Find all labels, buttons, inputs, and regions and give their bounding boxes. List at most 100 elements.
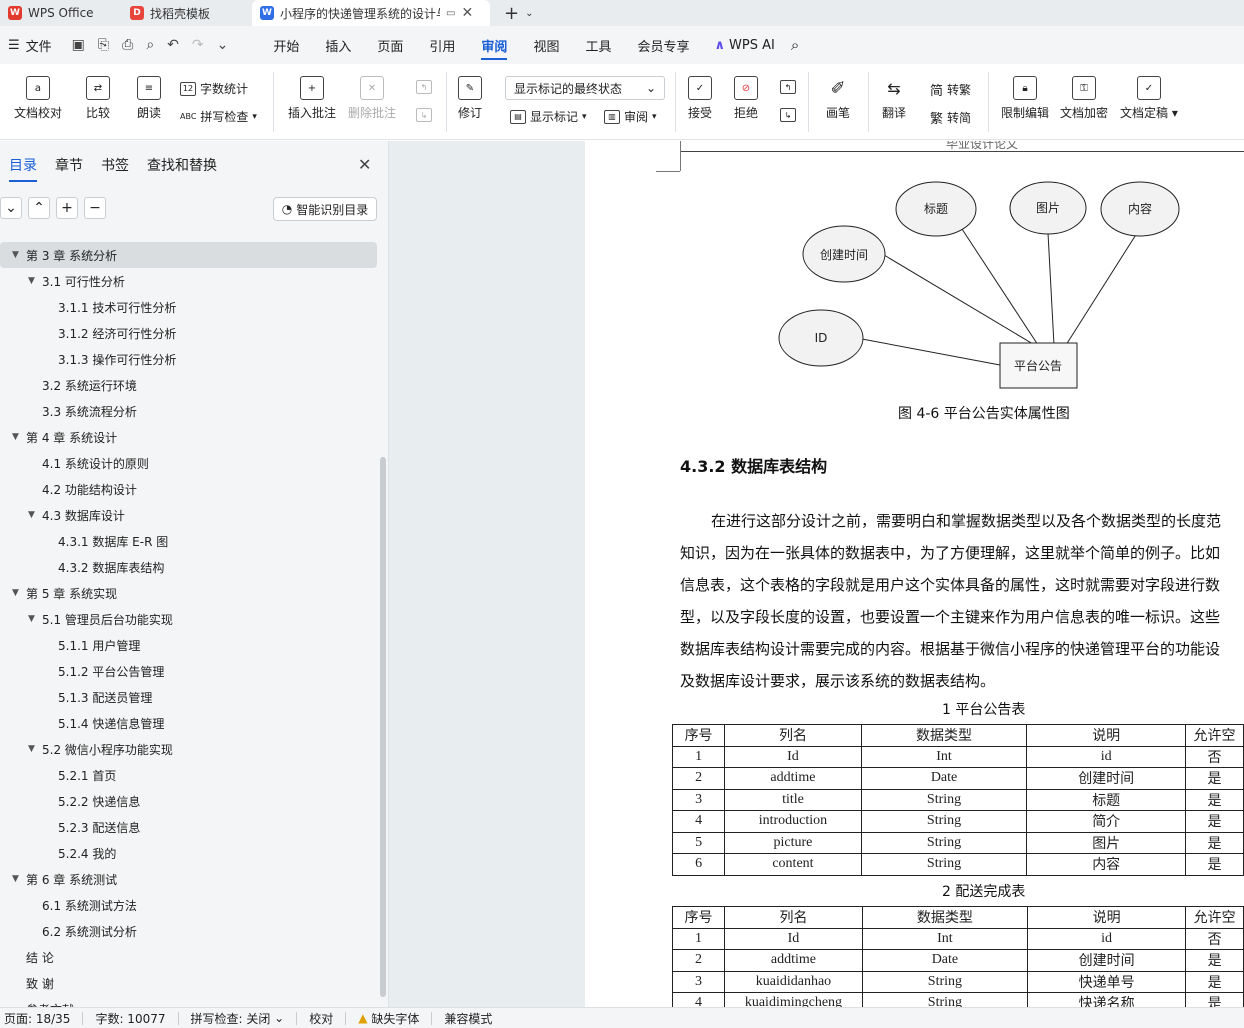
insert-comment-button[interactable]: + 插入批注	[288, 76, 336, 121]
toc-item[interactable]: 6.1 系统测试方法	[0, 892, 377, 918]
expand-triangle-icon[interactable]: ▼	[28, 614, 42, 624]
close-tab-icon[interactable]: ✕	[461, 5, 473, 21]
more-chevron-icon[interactable]: ⌄	[217, 37, 229, 53]
nav-scrollbar[interactable]	[380, 457, 386, 997]
toc-item[interactable]: ▼ 5.2 微信小程序功能实现	[0, 736, 377, 762]
toc-item[interactable]: 5.2.2 快递信息	[0, 788, 377, 814]
monitor-icon[interactable]: ▭	[446, 8, 455, 19]
spell-check-button[interactable]: ABC 拼写检查 ▾	[180, 108, 257, 125]
toc-item[interactable]: 5.1.4 快递信息管理	[0, 710, 377, 736]
tab-wps-office[interactable]: W WPS Office	[0, 0, 112, 26]
toc-item[interactable]: 3.1.2 经济可行性分析	[0, 320, 377, 346]
toc-item[interactable]: 6.2 系统测试分析	[0, 918, 377, 944]
expand-triangle-icon[interactable]: ▼	[12, 588, 26, 598]
pen-button[interactable]: ✐ 画笔	[826, 76, 850, 121]
remove-heading-button[interactable]: −	[84, 197, 106, 219]
doc-check-button[interactable]: a 文档校对	[14, 76, 62, 121]
track-changes-button[interactable]: ✎ 修订	[458, 76, 482, 121]
next-change-button[interactable]: ↳	[780, 108, 796, 122]
new-tab-button[interactable]: + ⌄	[496, 0, 541, 26]
collapse-up-button[interactable]: ⌃	[28, 197, 50, 219]
undo-icon[interactable]: ↶	[167, 37, 179, 53]
expand-triangle-icon[interactable]: ▼	[28, 276, 42, 286]
print-preview-icon[interactable]: ⌕	[146, 37, 154, 53]
toc-item[interactable]: 5.1.1 用户管理	[0, 632, 377, 658]
nav-tab-find-replace[interactable]: 查找和替换	[138, 155, 226, 179]
toc-item[interactable]: ▼ 第 6 章 系统测试	[0, 866, 377, 892]
toc-item[interactable]: 3.3 系统流程分析	[0, 398, 377, 424]
toc-item[interactable]: ▼ 第 4 章 系统设计	[0, 424, 377, 450]
encrypt-button[interactable]: ⚿ 文档加密	[1060, 76, 1108, 121]
accept-button[interactable]: ✓ 接受	[688, 76, 712, 121]
toc-item[interactable]: 4.2 功能结构设计	[0, 476, 377, 502]
menu-view[interactable]: 视图	[520, 26, 572, 64]
compare-button[interactable]: ⇄ 比较	[86, 76, 110, 121]
toc-item[interactable]: 5.1.2 平台公告管理	[0, 658, 377, 684]
finalize-button[interactable]: ✓ 文档定稿 ▾	[1120, 76, 1178, 121]
toc-item[interactable]: 3.2 系统运行环境	[0, 372, 377, 398]
menu-review[interactable]: 审阅	[468, 26, 520, 64]
status-missing-font[interactable]: ▲ 缺失字体	[346, 1011, 433, 1026]
nav-tab-toc[interactable]: 目录	[0, 155, 46, 179]
review-pane-button[interactable]: ▥ 审阅 ▾	[604, 108, 657, 125]
menu-home[interactable]: 开始	[260, 26, 312, 64]
toc-item[interactable]: ▼ 3.1 可行性分析	[0, 268, 377, 294]
toc-item[interactable]: 结 论	[0, 944, 377, 970]
prev-change-button[interactable]: ↰	[780, 80, 796, 94]
status-proof[interactable]: 校对	[297, 1011, 347, 1026]
toc-item[interactable]: 5.2.1 首页	[0, 762, 377, 788]
share-icon[interactable]: ⎘	[98, 37, 109, 53]
toc-item[interactable]: 5.2.3 配送信息	[0, 814, 377, 840]
toc-item[interactable]: 4.1 系统设计的原则	[0, 450, 377, 476]
toc-item[interactable]: ▼ 第 5 章 系统实现	[0, 580, 377, 606]
read-aloud-button[interactable]: ≡ 朗读	[137, 76, 161, 121]
toc-item[interactable]: 3.1.1 技术可行性分析	[0, 294, 377, 320]
show-markup-button[interactable]: ▤ 显示标记 ▾	[510, 108, 587, 125]
markup-display-select[interactable]: 显示标记的最终状态 ⌄	[505, 76, 665, 100]
expand-triangle-icon[interactable]: ▼	[12, 432, 26, 442]
status-spell-check[interactable]: 拼写检查: 关闭 ⌄	[179, 1011, 298, 1026]
toc-item[interactable]: ▼ 5.1 管理员后台功能实现	[0, 606, 377, 632]
print-icon[interactable]: ⎙	[122, 37, 133, 53]
menu-references[interactable]: 引用	[416, 26, 468, 64]
file-menu[interactable]: ☰ 文件	[0, 36, 60, 55]
menu-page[interactable]: 页面	[364, 26, 416, 64]
next-comment-button[interactable]: ↳	[416, 108, 432, 122]
close-nav-icon[interactable]: ✕	[358, 155, 371, 174]
expand-triangle-icon[interactable]: ▼	[12, 874, 26, 884]
collapse-down-button[interactable]: ⌄	[0, 197, 22, 219]
toc-item[interactable]: 4.3.2 数据库表结构	[0, 554, 377, 580]
word-count-button[interactable]: 12 字数统计	[180, 80, 248, 97]
search-icon[interactable]: ⌕	[791, 36, 799, 54]
toc-item[interactable]: 3.1.3 操作可行性分析	[0, 346, 377, 372]
menu-member[interactable]: 会员专享	[624, 26, 702, 64]
toc-item[interactable]: ▼ 4.3 数据库设计	[0, 502, 377, 528]
status-word-count[interactable]: 字数: 10077	[83, 1011, 179, 1026]
wps-ai-button[interactable]: ∧ WPS AI	[714, 38, 774, 53]
nav-tab-sections[interactable]: 章节	[46, 155, 92, 179]
status-page[interactable]: 页面: 18/35	[0, 1011, 84, 1026]
expand-triangle-icon[interactable]: ▼	[28, 510, 42, 520]
toc-item[interactable]: 5.1.3 配送员管理	[0, 684, 377, 710]
menu-tools[interactable]: 工具	[572, 26, 624, 64]
expand-triangle-icon[interactable]: ▼	[28, 744, 42, 754]
toc-item[interactable]: ▼ 第 3 章 系统分析	[0, 242, 377, 268]
restrict-edit-button[interactable]: 🔒︎ 限制编辑	[1001, 76, 1049, 121]
reject-button[interactable]: ⊘ 拒绝	[734, 76, 758, 121]
menu-insert[interactable]: 插入	[312, 26, 364, 64]
toc-item[interactable]: 4.3.1 数据库 E-R 图	[0, 528, 377, 554]
to-simplified-button[interactable]: 繁 转简	[930, 108, 971, 127]
nav-tab-bookmarks[interactable]: 书签	[92, 155, 138, 179]
delete-comment-button[interactable]: ✕ 删除批注	[348, 76, 396, 121]
to-traditional-button[interactable]: 简 转繁	[930, 80, 971, 99]
tab-document[interactable]: W 小程序的快递管理系统的设计与 ▭ ✕	[252, 0, 490, 26]
redo-icon[interactable]: ↷	[192, 37, 204, 53]
chevron-down-icon[interactable]: ⌄	[525, 8, 533, 19]
expand-triangle-icon[interactable]: ▼	[12, 250, 26, 260]
translate-button[interactable]: ⇆ 翻译	[882, 76, 906, 121]
prev-comment-button[interactable]: ↰	[416, 80, 432, 94]
toc-item[interactable]: 致 谢	[0, 970, 377, 996]
save-icon[interactable]: ▣	[72, 37, 85, 53]
toc-item[interactable]: 5.2.4 我的	[0, 840, 377, 866]
tab-template[interactable]: D 找稻壳模板	[122, 0, 244, 26]
